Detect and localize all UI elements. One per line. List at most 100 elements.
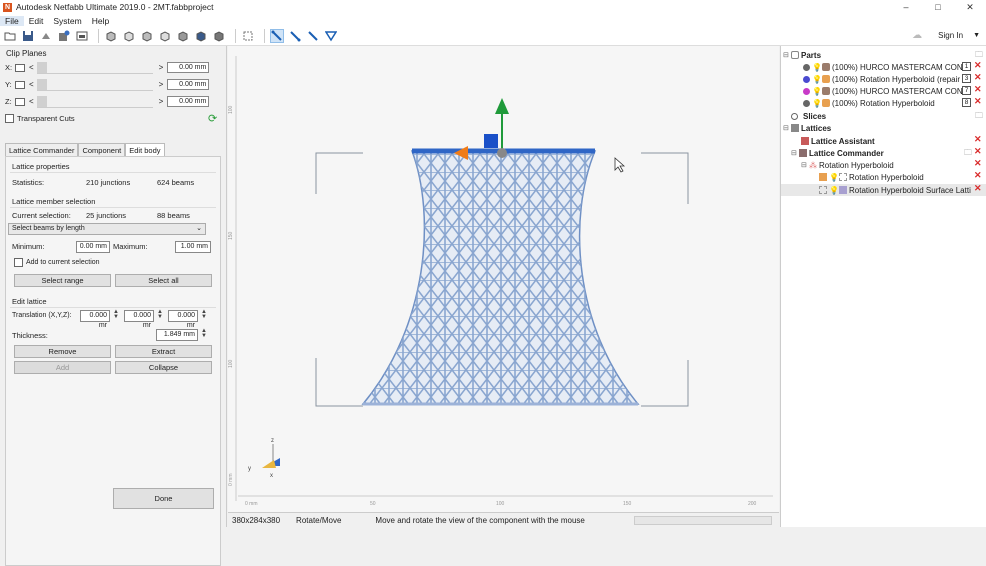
transparent-cuts-option[interactable]: Transparent Cuts xyxy=(5,114,75,123)
chevron-left-icon[interactable]: < xyxy=(29,97,34,106)
open-icon[interactable] xyxy=(3,29,17,43)
view-top-icon[interactable] xyxy=(176,29,190,43)
tree-part-item[interactable]: 💡 (100%) HURCO MASTERCAM CON R xyxy=(803,61,971,73)
tree-surface-lattice[interactable]: 💡 Rotation Hyperboloid Surface Latti xyxy=(781,184,986,196)
close-button[interactable]: ✕ xyxy=(954,0,986,14)
translation-y-stepper[interactable]: ▲ ▼ xyxy=(157,309,163,320)
import-icon[interactable] xyxy=(57,29,71,43)
collapse-icon[interactable]: ⊟ xyxy=(783,124,791,132)
view-front-icon[interactable] xyxy=(104,29,118,43)
maximum-input[interactable]: 1.00 mm xyxy=(175,241,211,253)
done-button[interactable]: Done xyxy=(113,488,214,509)
chevron-right-icon[interactable]: > xyxy=(159,97,164,106)
translation-x-stepper[interactable]: ▲ ▼ xyxy=(113,309,119,320)
remove-icon[interactable]: ✕ xyxy=(974,60,982,71)
zoom-fit-icon[interactable] xyxy=(241,29,255,43)
thickness-stepper[interactable]: ▲ ▼ xyxy=(201,328,207,339)
remove-icon[interactable]: ✕ xyxy=(974,72,982,83)
tab-component[interactable]: Component xyxy=(78,143,126,157)
translation-y-input[interactable]: 0.000 mr xyxy=(124,310,154,329)
add-button[interactable]: Add xyxy=(14,361,111,374)
add-to-selection-option[interactable]: Add to current selection xyxy=(14,258,100,267)
remove-icon[interactable]: ✕ xyxy=(974,158,982,169)
view-right-icon[interactable] xyxy=(158,29,172,43)
view-back-icon[interactable] xyxy=(122,29,136,43)
slider-thumb[interactable] xyxy=(36,62,47,73)
tree-rotation-hyperboloid[interactable]: ⊟ ⁂ Rotation Hyperboloid xyxy=(801,159,894,171)
bulb-icon[interactable]: 💡 xyxy=(829,173,839,182)
chevron-right-icon[interactable]: > xyxy=(159,80,164,89)
chevron-down-icon[interactable]: ▼ xyxy=(973,32,980,39)
remove-button[interactable]: Remove xyxy=(14,345,111,358)
view-bottom-icon[interactable] xyxy=(194,29,208,43)
clip-slider[interactable] xyxy=(36,61,153,74)
clip-toggle[interactable] xyxy=(15,97,25,106)
select-junction-icon[interactable] xyxy=(288,29,302,43)
add-part-icon[interactable] xyxy=(39,29,53,43)
select-range-button[interactable]: Select range xyxy=(14,274,111,287)
chevron-left-icon[interactable]: < xyxy=(29,80,34,89)
tree-part-item[interactable]: 💡 (100%) Rotation Hyperboloid xyxy=(803,97,935,109)
tree-lattice-commander[interactable]: ⊟ Lattice Commander xyxy=(791,147,884,159)
tree-rotation-hyperboloid-child[interactable]: 💡 Rotation Hyperboloid xyxy=(819,171,924,183)
select-path-icon[interactable] xyxy=(306,29,320,43)
chevron-left-icon[interactable]: < xyxy=(29,63,34,72)
minimum-input[interactable]: 0.00 mm xyxy=(76,241,110,253)
translation-z-stepper[interactable]: ▲ ▼ xyxy=(201,309,207,320)
slider-thumb[interactable] xyxy=(36,96,47,107)
clip-value-field[interactable]: 0.00 mm xyxy=(167,79,210,90)
remove-icon[interactable]: ✕ xyxy=(974,134,982,145)
3d-viewport[interactable]: 100 150 100 0 mm 0 mm 50 100 150 200 z y… xyxy=(228,46,779,512)
collapse-icon[interactable]: ⊟ xyxy=(801,161,809,169)
view-iso-icon[interactable] xyxy=(212,29,226,43)
transparent-cuts-checkbox[interactable] xyxy=(5,114,14,123)
menu-edit[interactable]: Edit xyxy=(24,16,49,26)
sign-in-button[interactable]: Sign In xyxy=(938,31,963,40)
bulb-icon[interactable]: 💡 xyxy=(812,63,822,72)
clip-toggle[interactable] xyxy=(15,80,25,89)
bulb-icon[interactable]: 💡 xyxy=(812,87,822,96)
viewport-canvas[interactable]: 100 150 100 0 mm 0 mm 50 100 150 200 z y… xyxy=(228,46,779,512)
collapse-icon[interactable]: ⊟ xyxy=(783,51,791,59)
menu-system[interactable]: System xyxy=(48,16,86,26)
slider-thumb[interactable] xyxy=(36,79,47,90)
chevron-right-icon[interactable]: > xyxy=(159,63,164,72)
collapse-icon[interactable]: ⊟ xyxy=(791,149,799,157)
tree-part-item[interactable]: 💡 (100%) Rotation Hyperboloid (repair xyxy=(803,73,960,85)
tree-lattices-node[interactable]: ⊟ Lattices xyxy=(783,122,831,134)
folder-icon[interactable]: 🗀 xyxy=(964,147,972,161)
translation-x-input[interactable]: 0.000 mr xyxy=(80,310,110,329)
bulb-icon[interactable]: 💡 xyxy=(812,99,822,108)
add-to-selection-checkbox[interactable] xyxy=(14,258,23,267)
tree-part-item[interactable]: 💡 (100%) HURCO MASTERCAM CON R xyxy=(803,85,971,97)
print-icon[interactable] xyxy=(75,29,89,43)
select-region-icon[interactable] xyxy=(324,29,338,43)
remove-icon[interactable]: ✕ xyxy=(974,96,982,107)
tree-parts-node[interactable]: ⊟ Parts xyxy=(783,49,821,61)
select-all-button[interactable]: Select all xyxy=(115,274,212,287)
remove-icon[interactable]: ✕ xyxy=(974,170,982,181)
folder-icon[interactable]: 🗀 xyxy=(975,110,983,124)
remove-icon[interactable]: ✕ xyxy=(974,146,982,157)
tree-lattice-assistant[interactable]: Lattice Assistant xyxy=(801,135,875,147)
remove-icon[interactable]: ✕ xyxy=(974,183,982,194)
bulb-icon[interactable]: 💡 xyxy=(829,186,839,195)
menu-file[interactable]: File xyxy=(0,15,24,26)
tree-slices-node[interactable]: Slices xyxy=(791,110,826,122)
translation-z-input[interactable]: 0.000 mr xyxy=(168,310,198,329)
extract-button[interactable]: Extract xyxy=(115,345,212,358)
tab-edit-body[interactable]: Edit body xyxy=(125,143,165,157)
collapse-button[interactable]: Collapse xyxy=(115,361,212,374)
bulb-icon[interactable]: 💡 xyxy=(812,75,822,84)
thickness-input[interactable]: 1.849 mm xyxy=(156,329,198,341)
remove-icon[interactable]: ✕ xyxy=(974,84,982,95)
select-beam-icon[interactable] xyxy=(270,29,284,43)
minimize-button[interactable]: – xyxy=(890,0,922,14)
clip-value-field[interactable]: 0.00 mm xyxy=(167,62,210,73)
lattice-hyperboloid-model[interactable] xyxy=(358,146,643,408)
view-left-icon[interactable] xyxy=(140,29,154,43)
maximize-button[interactable]: □ xyxy=(922,0,954,14)
menu-help[interactable]: Help xyxy=(87,16,114,26)
clip-toggle[interactable] xyxy=(15,63,25,72)
tab-lattice-commander[interactable]: Lattice Commander xyxy=(5,143,79,157)
